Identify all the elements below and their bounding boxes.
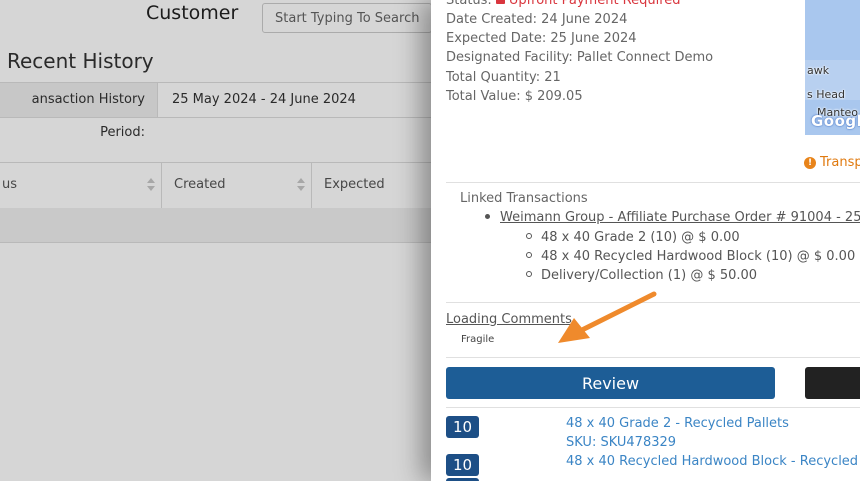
line-item-text: 48 x 40 Grade 2 (10) @ $ 0.00 (541, 230, 740, 245)
quantity-badge: 10 (446, 416, 479, 438)
product-link[interactable]: 48 x 40 Recycled Hardwood Block - Recycl… (566, 454, 860, 469)
divider (446, 407, 860, 408)
divider (446, 182, 860, 183)
linked-line-item: 48 x 40 Grade 2 (10) @ $ 0.00 (526, 230, 740, 245)
info-icon: ! (804, 157, 816, 169)
linked-transaction-link[interactable]: Weimann Group - Affiliate Purchase Order… (500, 210, 860, 225)
modal-backdrop[interactable] (0, 0, 440, 481)
map-label: awk (807, 64, 830, 77)
map-label: s Head (807, 88, 845, 101)
linked-transaction-item: Weimann Group - Affiliate Purchase Order… (485, 210, 860, 225)
expected-date: Expected Date: 25 June 2024 (446, 31, 637, 46)
review-button[interactable]: Review (446, 367, 775, 399)
loading-comments-link[interactable]: Loading Comments (446, 312, 572, 327)
quantity-badge: 10 (446, 454, 479, 476)
annotation-arrow-icon (558, 291, 657, 343)
google-logo: Google (811, 112, 860, 130)
status-value: Upfront Payment Required (508, 0, 681, 8)
designated-facility: Designated Facility: Pallet Connect Demo (446, 50, 714, 65)
line-item-text: Delivery/Collection (1) @ $ 50.00 (541, 268, 758, 283)
divider (446, 357, 860, 358)
circle-bullet-icon (526, 233, 532, 239)
circle-bullet-icon (526, 252, 532, 258)
linked-line-item: 48 x 40 Recycled Hardwood Block (10) @ $… (526, 249, 855, 264)
status-label: Status: (446, 0, 492, 8)
status-square-icon (495, 0, 505, 4)
product-sku: SKU: SKU478329 (566, 435, 677, 450)
order-status: Status: Upfront Payment Required (446, 0, 681, 8)
bullet-icon (485, 214, 490, 219)
line-item-text: 48 x 40 Recycled Hardwood Block (10) @ $… (541, 249, 856, 264)
total-quantity: Total Quantity: 21 (446, 70, 561, 85)
product-link[interactable]: 48 x 40 Grade 2 - Recycled Pallets (566, 416, 789, 431)
location-map[interactable]: awk s Head Manteo Google (805, 0, 860, 135)
comment-text: Fragile (461, 334, 495, 345)
order-detail-panel: Status: Upfront Payment Required Date Cre… (431, 0, 860, 481)
total-value: Total Value: $ 209.05 (446, 89, 583, 104)
transport-notice[interactable]: ! Transp (804, 155, 860, 170)
date-created: Date Created: 24 June 2024 (446, 12, 628, 27)
linked-line-item: Delivery/Collection (1) @ $ 50.00 (526, 268, 757, 283)
circle-bullet-icon (526, 271, 532, 277)
secondary-action-button[interactable] (805, 367, 860, 399)
transport-notice-text: Transp (820, 155, 860, 170)
linked-transactions-heading: Linked Transactions (460, 191, 588, 206)
